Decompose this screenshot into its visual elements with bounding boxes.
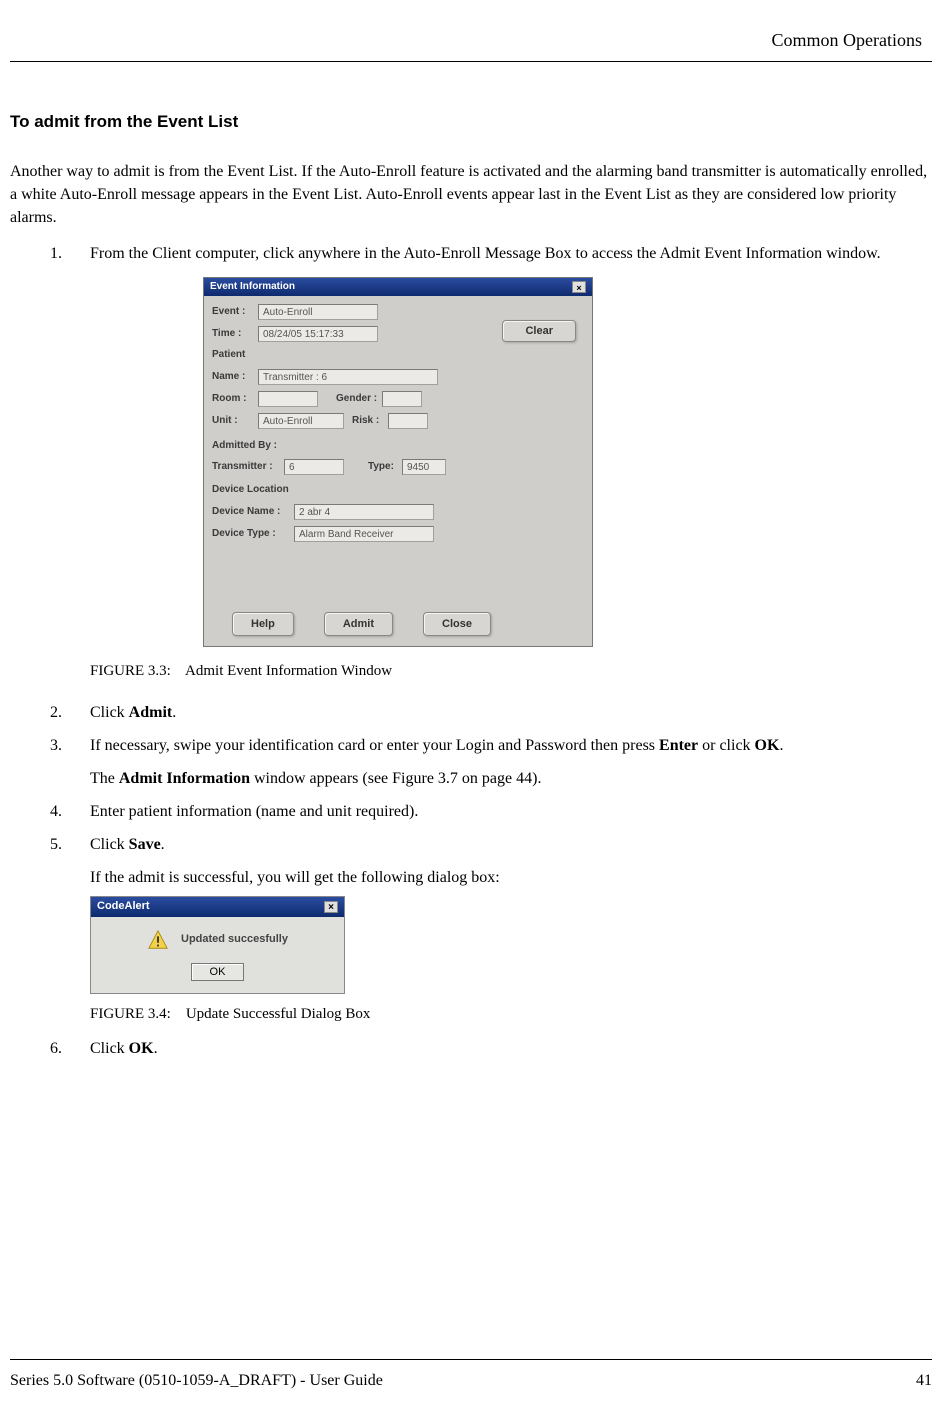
footer-left: Series 5.0 Software (0510-1059-A_DRAFT) …	[10, 1372, 383, 1390]
step-text-pre: Click	[90, 1040, 129, 1057]
step-text-post: .	[154, 1040, 158, 1057]
step-4: 4. Enter patient information (name and u…	[50, 800, 932, 823]
step-sub-bold: Admit Information	[119, 770, 250, 787]
figure-3-3: Event Information × Event : Auto-Enroll …	[203, 277, 932, 647]
dialog-titlebar: Event Information ×	[204, 278, 592, 297]
figure-text: Update Successful Dialog Box	[186, 1006, 371, 1022]
help-button[interactable]: Help	[232, 612, 294, 636]
step-text-post: .	[779, 737, 783, 754]
figure-3-3-caption: FIGURE 3.3: Admit Event Information Wind…	[90, 661, 932, 683]
admitted-by-section-label: Admitted By :	[212, 439, 584, 454]
step-text: From the Client computer, click anywhere…	[90, 245, 881, 262]
step-sub-pre: The	[90, 770, 119, 787]
step-bold: Admit	[129, 704, 173, 721]
step-6: 6. Click OK.	[50, 1037, 932, 1060]
unit-field[interactable]: Auto-Enroll	[258, 413, 344, 429]
step-number: 2.	[50, 701, 62, 724]
device-location-section-label: Device Location	[212, 483, 584, 498]
chapter-title: Common Operations	[772, 30, 923, 50]
step-3: 3. If necessary, swipe your identificati…	[50, 734, 932, 790]
step-number: 1.	[50, 242, 62, 265]
admit-button[interactable]: Admit	[324, 612, 393, 636]
step-text-post: .	[161, 836, 165, 853]
risk-field[interactable]	[388, 413, 428, 429]
close-icon[interactable]: ×	[324, 901, 338, 913]
step-5: 5. Click Save. If the admit is successfu…	[50, 833, 932, 1025]
step-bold-2: OK	[755, 737, 780, 754]
step-text-pre: Click	[90, 704, 129, 721]
ok-button[interactable]: OK	[191, 963, 245, 981]
page-number: 41	[916, 1372, 932, 1390]
room-label: Room :	[212, 392, 254, 407]
steps-list: 1. From the Client computer, click anywh…	[10, 242, 932, 1061]
page-header: Common Operations	[10, 30, 932, 62]
clear-button[interactable]: Clear	[502, 320, 576, 342]
device-name-label: Device Name :	[212, 505, 290, 520]
name-label: Name :	[212, 370, 254, 385]
step-text-pre: If necessary, swipe your identification …	[90, 737, 659, 754]
dialog-message: Updated succesfully	[181, 932, 288, 948]
figure-label: FIGURE 3.3:	[90, 663, 171, 679]
type-field[interactable]: 9450	[402, 459, 446, 475]
warning-icon	[147, 929, 169, 951]
transmitter-label: Transmitter :	[212, 460, 280, 475]
device-name-field[interactable]: 2 abr 4	[294, 504, 434, 520]
step-text-mid: or click	[698, 737, 754, 754]
intro-paragraph: Another way to admit is from the Event L…	[10, 160, 932, 230]
patient-section-label: Patient	[212, 348, 584, 363]
gender-label: Gender :	[336, 392, 378, 407]
event-field[interactable]: Auto-Enroll	[258, 304, 378, 320]
figure-text: Admit Event Information Window	[185, 663, 392, 679]
codealert-dialog: CodeAlert × Updated succesfully OK	[90, 896, 345, 994]
step-bold: OK	[129, 1040, 154, 1057]
figure-3-4: CodeAlert × Updated succesfully OK	[90, 896, 932, 994]
figure-label: FIGURE 3.4:	[90, 1006, 171, 1022]
risk-label: Risk :	[352, 414, 384, 429]
step-sub-text: If the admit is successful, you will get…	[90, 866, 932, 889]
event-information-dialog: Event Information × Event : Auto-Enroll …	[203, 277, 593, 647]
close-button[interactable]: Close	[423, 612, 491, 636]
type-label: Type:	[368, 460, 398, 475]
step-1: 1. From the Client computer, click anywh…	[50, 242, 932, 683]
device-type-label: Device Type :	[212, 527, 290, 542]
close-icon[interactable]: ×	[572, 281, 586, 293]
device-type-field[interactable]: Alarm Band Receiver	[294, 526, 434, 542]
step-number: 6.	[50, 1037, 62, 1060]
step-text-pre: Click	[90, 836, 129, 853]
step-text: Enter patient information (name and unit…	[90, 803, 418, 820]
step-number: 4.	[50, 800, 62, 823]
figure-3-4-caption: FIGURE 3.4: Update Successful Dialog Box	[90, 1004, 932, 1026]
name-field[interactable]: Transmitter : 6	[258, 369, 438, 385]
time-label: Time :	[212, 327, 254, 342]
step-number: 5.	[50, 833, 62, 856]
room-field[interactable]	[258, 391, 318, 407]
time-field[interactable]: 08/24/05 15:17:33	[258, 326, 378, 342]
dialog-title: CodeAlert	[97, 899, 150, 915]
page-footer: Series 5.0 Software (0510-1059-A_DRAFT) …	[10, 1359, 932, 1390]
dialog-titlebar: CodeAlert ×	[91, 897, 344, 917]
step-text-post: .	[172, 704, 176, 721]
gender-field[interactable]	[382, 391, 422, 407]
transmitter-field[interactable]: 6	[284, 459, 344, 475]
dialog-title: Event Information	[210, 280, 295, 295]
step-sub-post: window appears (see Figure 3.7 on page 4…	[250, 770, 541, 787]
step-bold-1: Enter	[659, 737, 698, 754]
step-number: 3.	[50, 734, 62, 757]
unit-label: Unit :	[212, 414, 254, 429]
step-2: 2. Click Admit.	[50, 701, 932, 724]
section-title: To admit from the Event List	[10, 112, 932, 132]
step-bold: Save	[129, 836, 161, 853]
event-label: Event :	[212, 305, 254, 320]
